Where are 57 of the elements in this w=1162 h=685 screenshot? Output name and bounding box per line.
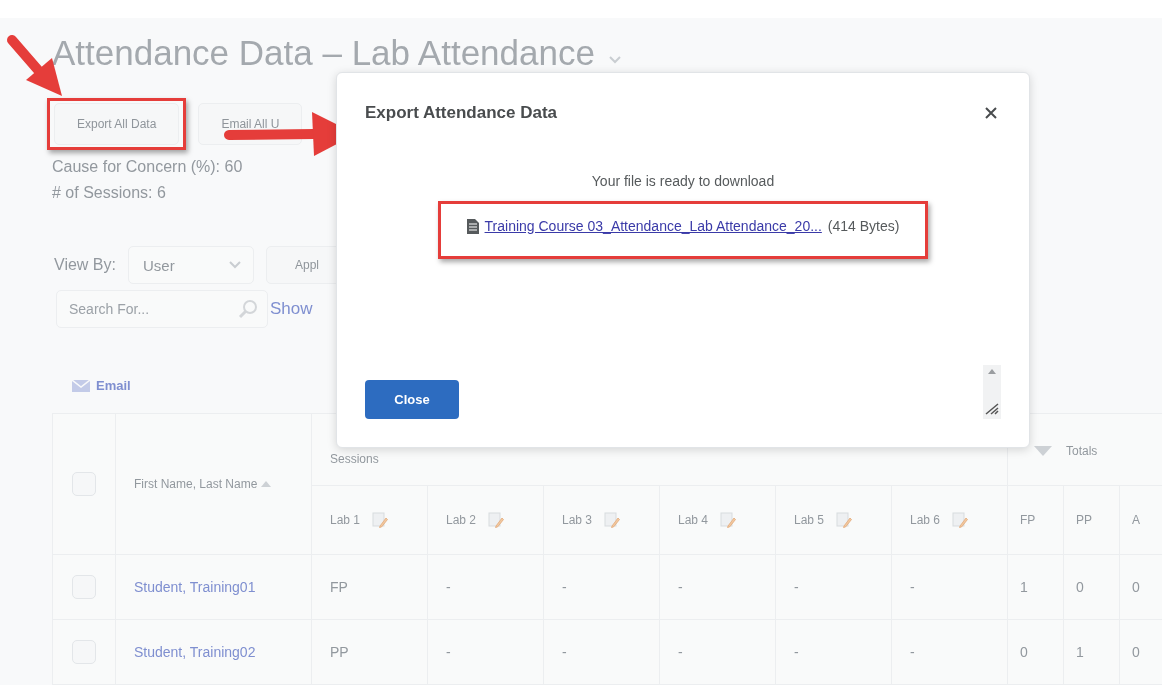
table-cell: - <box>659 554 776 620</box>
column-header: Lab 5 <box>794 513 825 527</box>
scroll-up-icon[interactable] <box>988 369 996 374</box>
table-cell: - <box>543 554 660 620</box>
student-link[interactable]: Student, Training01 <box>134 579 256 595</box>
email-link[interactable]: Email <box>72 378 131 393</box>
table-cell: - <box>891 619 1008 685</box>
page-title: Attendance Data – Lab Attendance <box>52 33 595 73</box>
group-header: Sessions <box>330 452 379 466</box>
action-button[interactable]: Export All Data <box>54 103 180 145</box>
table-cell: - <box>775 554 892 620</box>
chevron-down-icon[interactable] <box>608 56 621 64</box>
view-by-select[interactable]: User <box>127 246 254 284</box>
document-icon <box>466 218 479 234</box>
edit-note-icon <box>488 512 505 528</box>
table-cell: PP <box>311 619 428 685</box>
column-header: Lab 1 <box>330 513 361 527</box>
stat-text: Cause for Concern (%): 60 <box>52 157 243 177</box>
resize-grip-icon[interactable] <box>985 403 999 415</box>
envelope-icon <box>72 379 90 392</box>
table-cell: - <box>659 619 776 685</box>
table-cell: 1 <box>1007 554 1064 620</box>
edit-note-icon <box>604 512 621 528</box>
column-header: Lab 4 <box>678 513 709 527</box>
student-link[interactable]: Student, Training02 <box>134 644 256 660</box>
table-cell: - <box>891 554 1008 620</box>
sort-up-icon[interactable] <box>261 481 272 487</box>
edit-note-icon <box>836 512 853 528</box>
table-cell: - <box>775 619 892 685</box>
column-header: FP <box>1007 485 1064 555</box>
file-download-link[interactable]: Training Course 03_Attendance_Lab Attendance_20... <box>484 218 822 234</box>
table-cell: - <box>427 554 544 620</box>
table-cell: - <box>427 619 544 685</box>
edit-note-icon <box>720 512 737 528</box>
column-header: Lab 2 <box>446 513 477 527</box>
table-cell: FP <box>311 554 428 620</box>
column-header: Lab 6 <box>910 513 941 527</box>
column-header: PP <box>1063 485 1120 555</box>
table-cell: 0 <box>1007 619 1064 685</box>
column-header: First Name, Last Name <box>134 477 258 491</box>
ready-message: Your file is ready to download <box>591 173 775 189</box>
column-header: Lab 3 <box>562 513 593 527</box>
collapse-triangle-icon[interactable] <box>1034 446 1052 456</box>
chevron-down-icon <box>228 261 241 269</box>
table-cell: - <box>543 619 660 685</box>
edit-note-icon <box>372 512 389 528</box>
stat-text: # of Sessions: 6 <box>52 183 166 203</box>
search-field[interactable]: Search For... <box>56 290 268 328</box>
show-link[interactable]: Show <box>270 299 313 319</box>
table-cell: 1 <box>1063 619 1120 685</box>
close-button[interactable]: Close <box>365 380 459 419</box>
view-by-label: View By: <box>54 256 116 274</box>
table-cell: 0 <box>1063 554 1120 620</box>
group-header: Totals <box>1066 444 1098 458</box>
dialog-title: Export Attendance Data <box>365 103 558 123</box>
file-size-text: (414 Bytes) <box>827 218 900 234</box>
edit-note-icon <box>952 512 969 528</box>
